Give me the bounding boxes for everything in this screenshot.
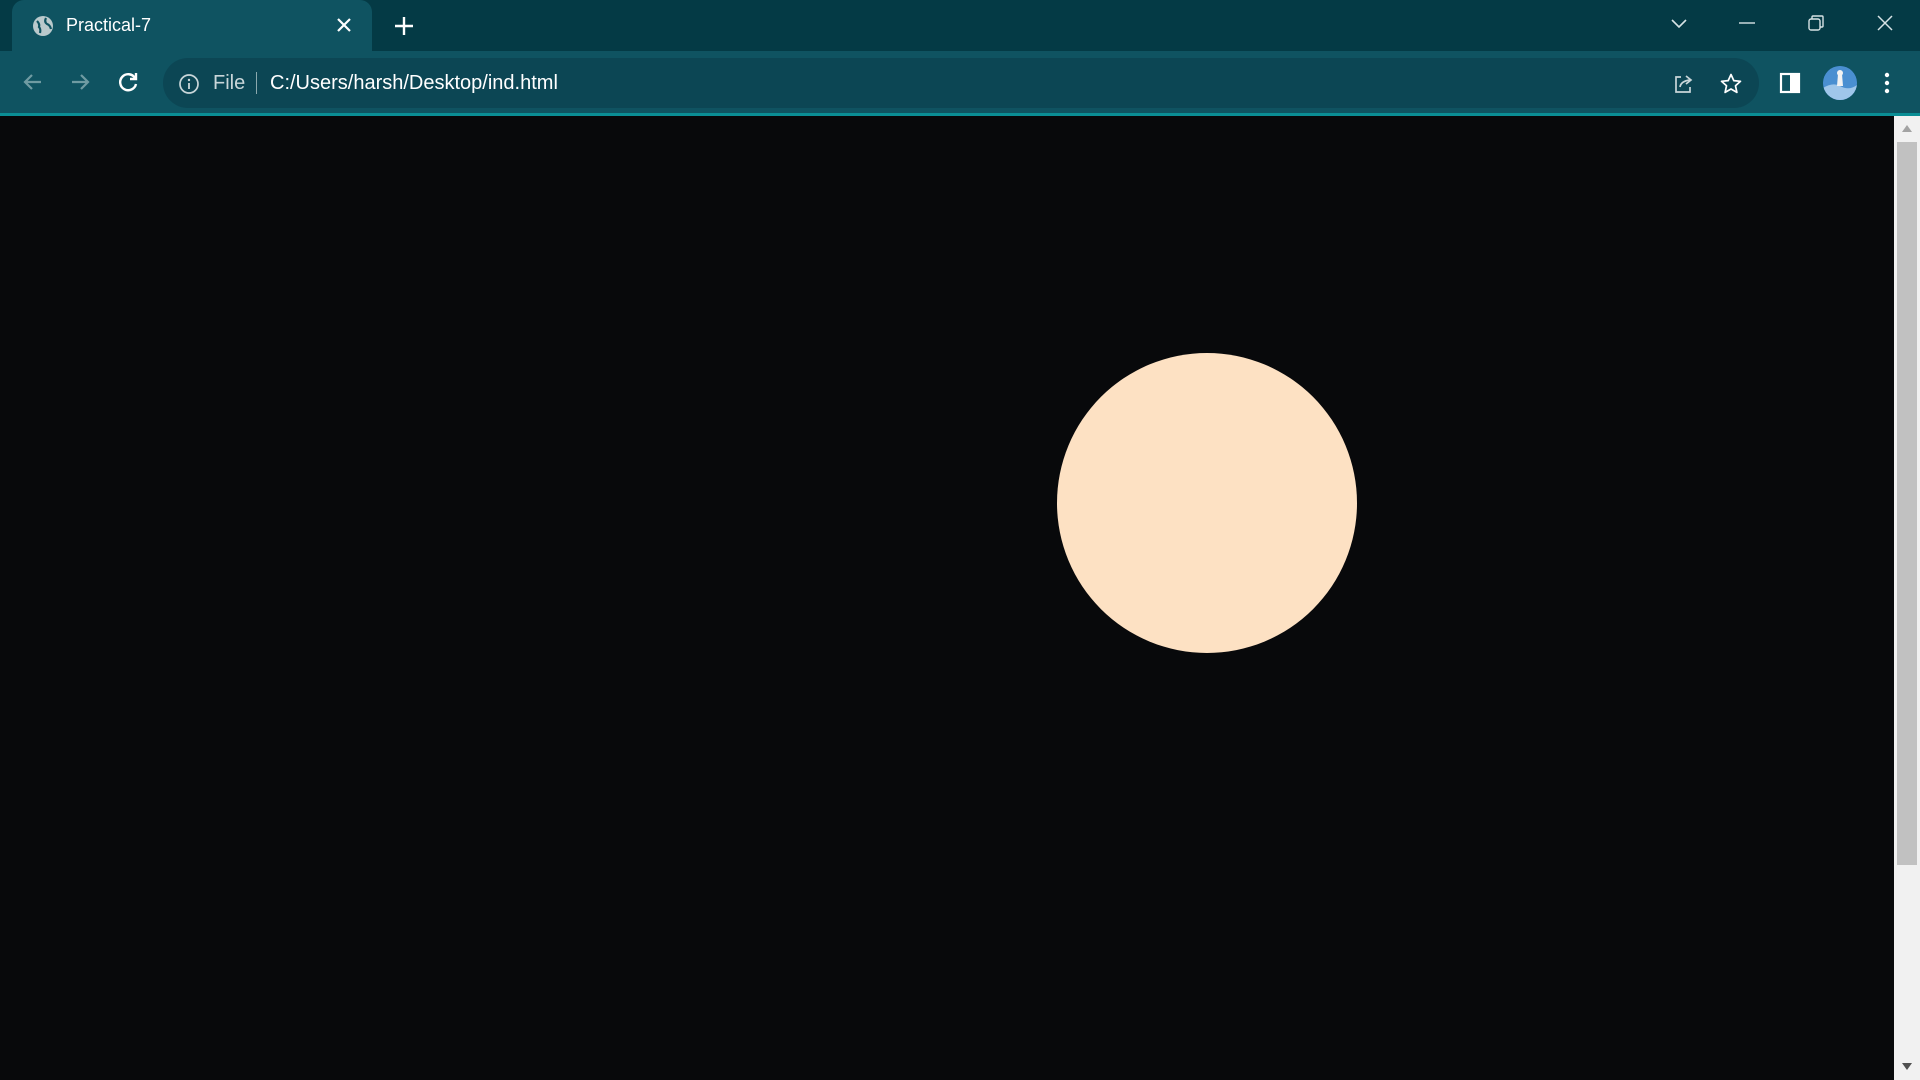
close-icon[interactable] [334, 15, 354, 35]
profile-picture [1823, 66, 1857, 100]
share-icon[interactable] [1671, 72, 1695, 96]
globe-icon [33, 16, 53, 36]
page-viewport [0, 116, 1894, 1080]
side-panel-icon[interactable] [1777, 70, 1803, 96]
tab-title: Practical-7 [66, 15, 152, 35]
scroll-thumb[interactable] [1897, 142, 1917, 865]
title-bar: Practical-7 [0, 0, 1920, 51]
arrow-right-icon[interactable] [66, 68, 94, 96]
close-icon[interactable] [1874, 12, 1896, 34]
kebab-menu-icon[interactable] [1874, 70, 1900, 96]
info-icon[interactable] [178, 73, 200, 95]
plus-icon[interactable] [392, 14, 416, 38]
reload-icon[interactable] [114, 68, 142, 96]
arrow-left-icon[interactable] [19, 68, 47, 96]
divider [256, 72, 257, 94]
minimize-icon[interactable] [1736, 12, 1758, 34]
toolbar: File C:/Users/harsh/Desktop/ind.html [0, 51, 1920, 114]
chevron-down-icon[interactable] [1668, 12, 1690, 34]
star-icon[interactable] [1719, 72, 1743, 96]
avatar[interactable] [1823, 66, 1857, 100]
circle-shape [1057, 353, 1357, 653]
vertical-scrollbar[interactable] [1894, 116, 1920, 1080]
restore-icon[interactable] [1805, 12, 1827, 34]
url-text[interactable]: C:/Users/harsh/Desktop/ind.html [270, 72, 558, 95]
tab-practical-7[interactable]: Practical-7 [12, 0, 372, 51]
address-bar[interactable]: File C:/Users/harsh/Desktop/ind.html [163, 58, 1759, 108]
scroll-up-arrow-icon[interactable] [1901, 123, 1913, 133]
scroll-down-arrow-icon[interactable] [1901, 1062, 1913, 1072]
scheme-label: File [213, 72, 246, 94]
